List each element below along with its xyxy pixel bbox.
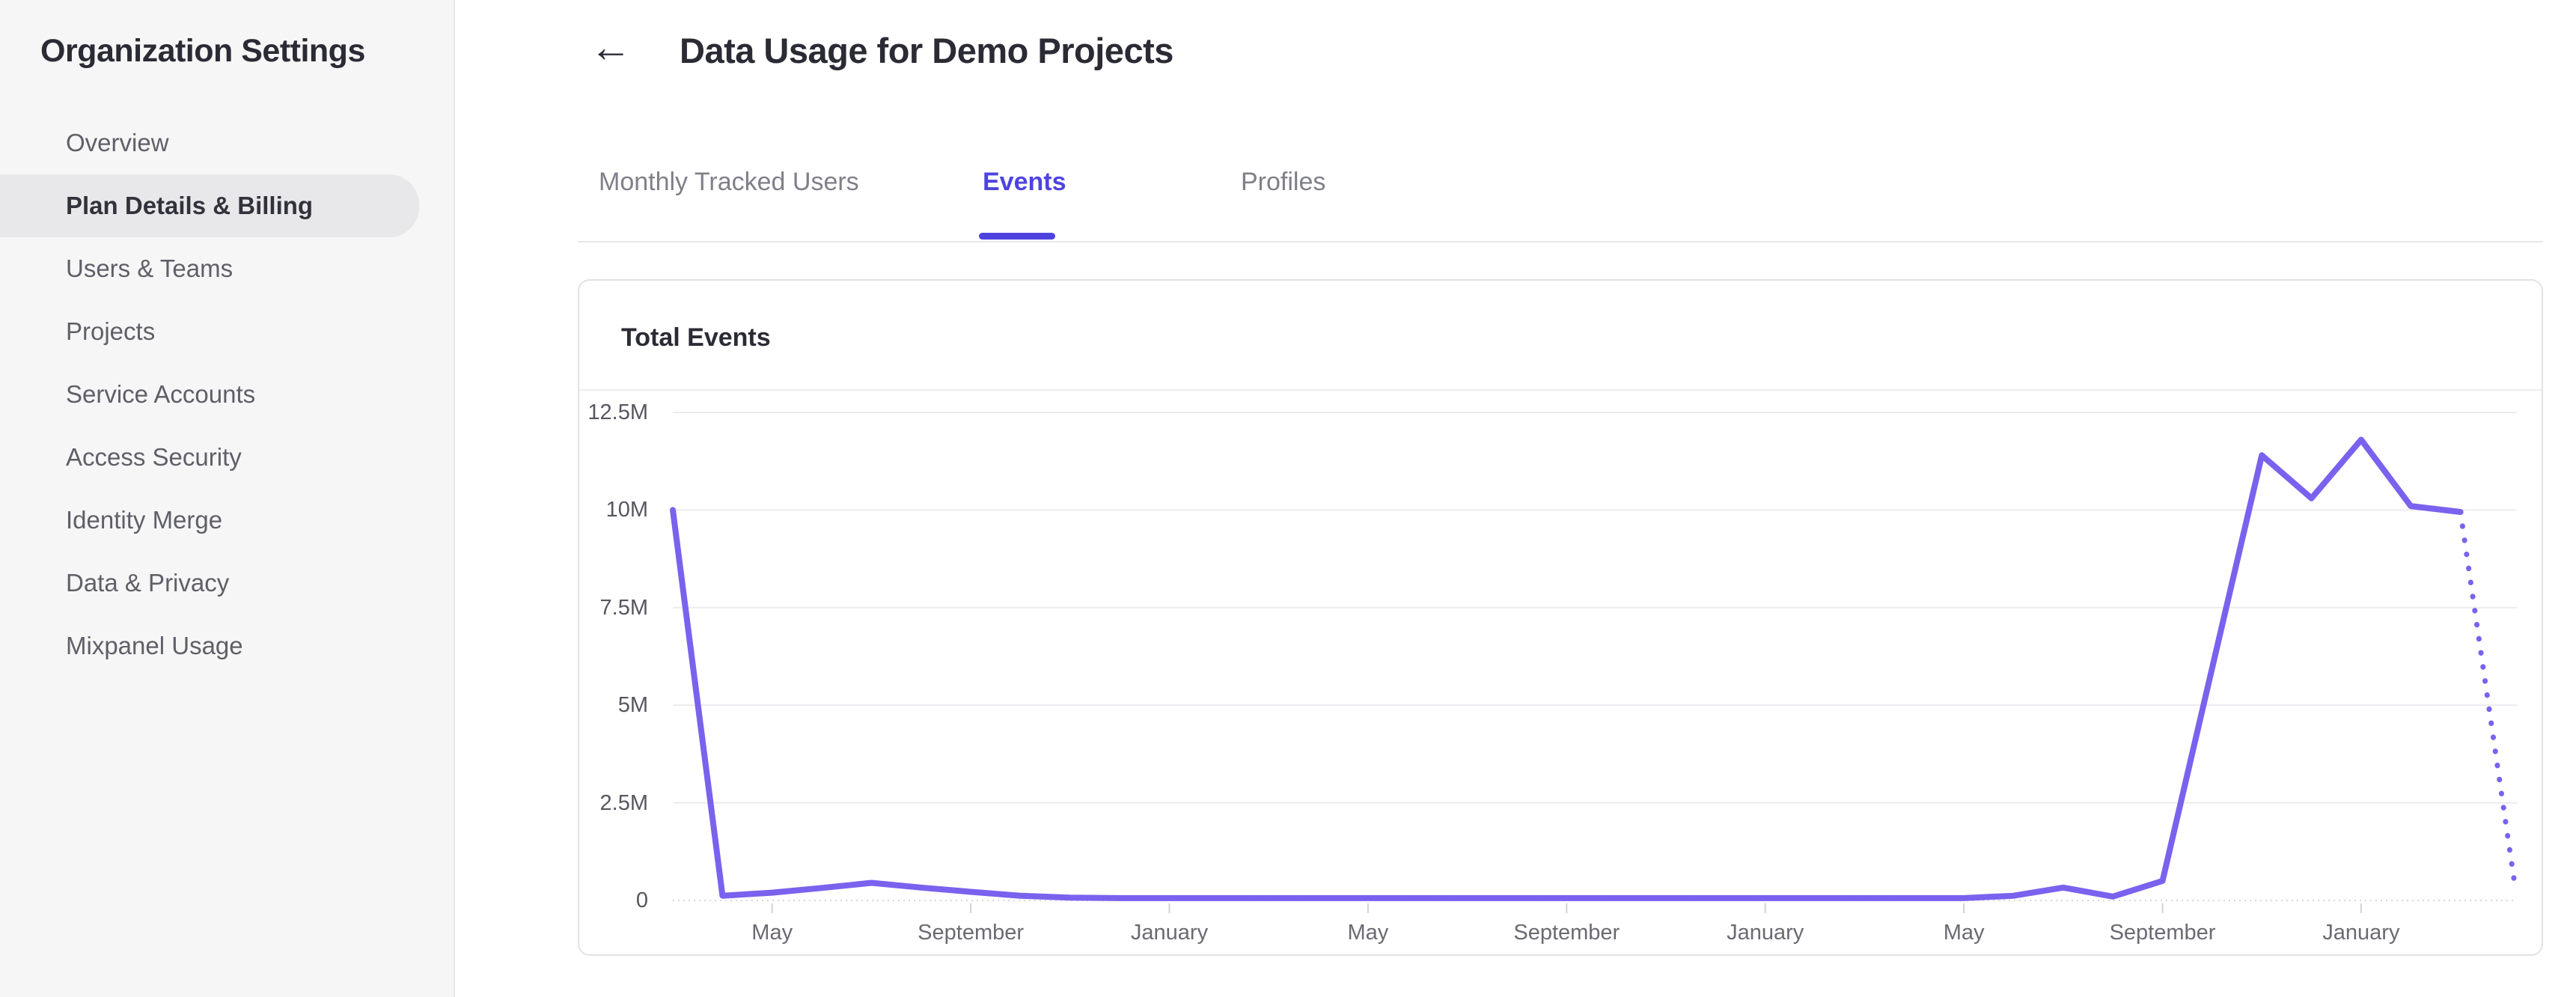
card-title: Total Events — [621, 323, 771, 352]
tab-label: Monthly Tracked Users — [599, 168, 859, 196]
card-header-divider — [579, 389, 2542, 391]
tab-profiles[interactable]: Profiles — [1241, 168, 1325, 197]
tab-label: Events — [983, 168, 1066, 196]
sidebar-item-label: Service Accounts — [66, 380, 256, 408]
y-axis-label: 2.5M — [599, 790, 648, 815]
y-axis-label: 10M — [605, 498, 648, 522]
x-axis-label: May — [1943, 921, 1985, 945]
y-axis-label: 7.5M — [599, 595, 648, 620]
x-axis-label: May — [751, 921, 793, 945]
y-axis-label: 12.5M — [587, 400, 648, 424]
back-button[interactable]: ← — [587, 22, 635, 70]
sidebar-item-overview[interactable]: Overview — [0, 112, 419, 174]
back-arrow-icon: ← — [590, 22, 632, 70]
sidebar-item-label: Overview — [66, 129, 169, 156]
page: { "sidebar": { "title": "Organization Se… — [0, 0, 2576, 997]
sidebar-item-service-accounts[interactable]: Service Accounts — [0, 363, 419, 426]
tab-label: Profiles — [1241, 168, 1326, 196]
tabs-divider — [578, 241, 2543, 243]
sidebar-item-access-security[interactable]: Access Security — [0, 426, 419, 489]
sidebar-item-mixpanel-usage[interactable]: Mixpanel Usage — [0, 615, 419, 677]
sidebar-item-plan-details-billing[interactable]: Plan Details & Billing — [0, 174, 419, 237]
tab-events[interactable]: Events — [983, 168, 1066, 197]
sidebar-item-label: Mixpanel Usage — [66, 632, 243, 659]
tab-monthly-tracked-users[interactable]: Monthly Tracked Users — [599, 168, 859, 197]
sidebar-nav: Overview Plan Details & Billing Users & … — [0, 112, 455, 677]
sidebar-item-projects[interactable]: Projects — [0, 300, 419, 363]
sidebar-item-label: Access Security — [66, 443, 242, 471]
sidebar-item-label: Plan Details & Billing — [66, 192, 314, 219]
y-axis-label: 0 — [635, 888, 648, 912]
x-axis-label: May — [1347, 921, 1389, 945]
x-axis-label: January — [2322, 921, 2400, 945]
x-axis-label: September — [918, 921, 1025, 945]
x-axis-label: September — [2109, 921, 2216, 945]
sidebar-item-label: Data & Privacy — [66, 569, 230, 597]
sidebar-item-label: Identity Merge — [66, 506, 223, 534]
active-tab-underline — [979, 233, 1055, 240]
sidebar-item-label: Projects — [66, 317, 156, 345]
sidebar: Organization Settings Overview Plan Deta… — [0, 0, 455, 997]
usage-card: Total Events — [578, 279, 2543, 956]
sidebar-title: Organization Settings — [40, 33, 365, 69]
sidebar-item-users-teams[interactable]: Users & Teams — [0, 237, 419, 300]
x-axis-label: January — [1130, 921, 1209, 945]
sidebar-item-identity-merge[interactable]: Identity Merge — [0, 489, 419, 552]
y-axis-label: 5M — [617, 693, 648, 718]
sidebar-item-data-privacy[interactable]: Data & Privacy — [0, 552, 419, 615]
x-axis-label: January — [1727, 921, 1804, 945]
x-axis-label: September — [1513, 921, 1620, 945]
sidebar-item-label: Users & Teams — [66, 254, 234, 282]
page-title: Data Usage for Demo Projects — [680, 31, 1173, 70]
